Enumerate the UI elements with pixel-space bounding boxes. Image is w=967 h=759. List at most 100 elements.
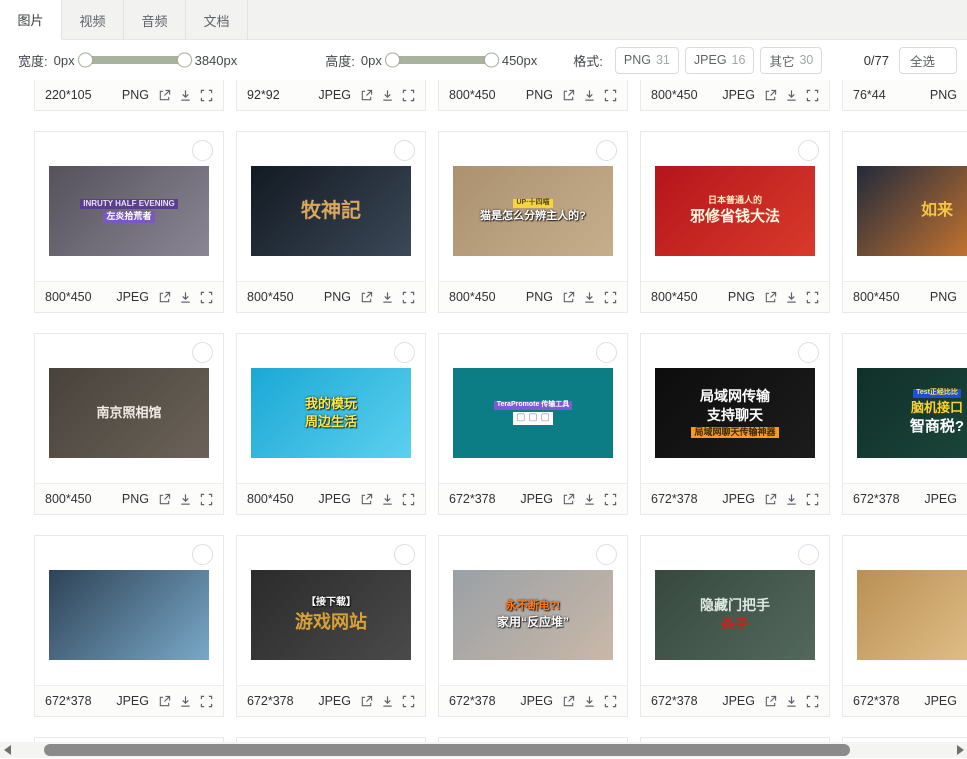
open-external-icon[interactable] [158, 493, 171, 506]
tab-视频[interactable]: 视频 [62, 0, 124, 40]
fullscreen-icon[interactable] [806, 291, 819, 304]
image-thumbnail[interactable]: 我的模玩周边生活 [251, 368, 411, 458]
image-thumbnail[interactable]: 隐藏门把手杀手 [655, 570, 815, 660]
fullscreen-icon[interactable] [806, 493, 819, 506]
fullscreen-icon[interactable] [806, 89, 819, 102]
image-thumbnail[interactable]: TeraPromote 传输工具▢ ▢ ▢ [453, 368, 613, 458]
footer-actions: PNG [930, 88, 967, 102]
fullscreen-icon[interactable] [200, 291, 213, 304]
select-checkbox[interactable] [192, 544, 213, 565]
download-icon[interactable] [381, 89, 394, 102]
download-icon[interactable] [785, 291, 798, 304]
select-checkbox[interactable] [596, 544, 617, 565]
fullscreen-icon[interactable] [402, 695, 415, 708]
download-icon[interactable] [583, 89, 596, 102]
fullscreen-icon[interactable] [604, 695, 617, 708]
image-thumbnail[interactable]: Test正经比比脑机接口智商税? [857, 368, 967, 458]
scroll-right-icon[interactable] [953, 742, 967, 758]
select-checkbox[interactable] [192, 140, 213, 161]
format-chip-JPEG[interactable]: JPEG16 [685, 47, 755, 74]
image-size: 800*450 [247, 290, 294, 304]
scroll-left-icon[interactable] [0, 742, 14, 758]
download-icon[interactable] [583, 493, 596, 506]
image-thumbnail[interactable]: 永不断电?!家用“反应堆” [453, 570, 613, 660]
fullscreen-icon[interactable] [806, 695, 819, 708]
image-thumbnail[interactable]: 日本普通人的邪修省钱大法 [655, 166, 815, 256]
image-thumbnail[interactable] [49, 570, 209, 660]
open-external-icon[interactable] [764, 89, 777, 102]
height-slider-handle-min[interactable] [385, 53, 400, 68]
height-range-slider[interactable] [392, 56, 492, 64]
open-external-icon[interactable] [562, 291, 575, 304]
image-thumbnail[interactable]: 如来 [857, 166, 967, 256]
fullscreen-icon[interactable] [200, 89, 213, 102]
select-checkbox[interactable] [798, 544, 819, 565]
download-icon[interactable] [179, 89, 192, 102]
open-external-icon[interactable] [562, 89, 575, 102]
download-icon[interactable] [381, 291, 394, 304]
open-external-icon[interactable] [158, 695, 171, 708]
tab-图片[interactable]: 图片 [0, 0, 62, 40]
open-external-icon[interactable] [158, 89, 171, 102]
fullscreen-icon[interactable] [200, 493, 213, 506]
fullscreen-icon[interactable] [402, 291, 415, 304]
image-size: 672*378 [247, 694, 294, 708]
fullscreen-icon[interactable] [604, 493, 617, 506]
open-external-icon[interactable] [764, 291, 777, 304]
download-icon[interactable] [785, 493, 798, 506]
download-icon[interactable] [179, 493, 192, 506]
select-checkbox[interactable] [394, 140, 415, 161]
open-external-icon[interactable] [360, 291, 373, 304]
selection-controls: 0/77 全选 [864, 47, 957, 74]
select-all-button[interactable]: 全选 [899, 47, 957, 74]
format-chip-其它[interactable]: 其它30 [760, 47, 822, 74]
image-thumbnail[interactable] [857, 570, 967, 660]
open-external-icon[interactable] [562, 695, 575, 708]
width-slider-handle-max[interactable] [177, 53, 192, 68]
select-checkbox[interactable] [596, 140, 617, 161]
download-icon[interactable] [785, 89, 798, 102]
open-external-icon[interactable] [764, 493, 777, 506]
width-range-slider[interactable] [85, 56, 185, 64]
download-icon[interactable] [179, 291, 192, 304]
image-thumbnail[interactable]: INRUTY HALF EVENING左炎拾荒者 [49, 166, 209, 256]
download-icon[interactable] [583, 291, 596, 304]
select-checkbox[interactable] [192, 342, 213, 363]
download-icon[interactable] [785, 695, 798, 708]
width-slider-handle-min[interactable] [78, 53, 93, 68]
format-chip-PNG[interactable]: PNG31 [615, 47, 679, 74]
scrollbar-thumb[interactable] [44, 744, 850, 756]
tab-文档[interactable]: 文档 [186, 0, 248, 40]
download-icon[interactable] [381, 493, 394, 506]
scrollbar-track[interactable] [14, 742, 953, 758]
open-external-icon[interactable] [764, 695, 777, 708]
select-checkbox[interactable] [798, 140, 819, 161]
select-checkbox[interactable] [596, 342, 617, 363]
tab-音频[interactable]: 音频 [124, 0, 186, 40]
fullscreen-icon[interactable] [604, 89, 617, 102]
open-external-icon[interactable] [158, 291, 171, 304]
fullscreen-icon[interactable] [402, 493, 415, 506]
image-format: JPEG [520, 694, 553, 708]
image-thumbnail[interactable]: UP·十四喵猫是怎么分辨主人的? [453, 166, 613, 256]
open-external-icon[interactable] [360, 493, 373, 506]
image-thumbnail[interactable]: 局域网传输支持聊天局域网聊天传输神器 [655, 368, 815, 458]
fullscreen-icon[interactable] [402, 89, 415, 102]
image-thumbnail[interactable]: 【接下载】游戏网站 [251, 570, 411, 660]
image-thumbnail[interactable]: 牧神記 [251, 166, 411, 256]
download-icon[interactable] [179, 695, 192, 708]
select-checkbox[interactable] [394, 544, 415, 565]
open-external-icon[interactable] [360, 695, 373, 708]
fullscreen-icon[interactable] [604, 291, 617, 304]
fullscreen-icon[interactable] [200, 695, 213, 708]
image-thumbnail[interactable]: 南京照相馆 [49, 368, 209, 458]
select-checkbox[interactable] [798, 342, 819, 363]
select-checkbox[interactable] [394, 342, 415, 363]
download-icon[interactable] [381, 695, 394, 708]
height-slider-handle-max[interactable] [484, 53, 499, 68]
open-external-icon[interactable] [562, 493, 575, 506]
thumb-text: 如来 [918, 201, 956, 221]
horizontal-scrollbar[interactable] [0, 742, 967, 758]
download-icon[interactable] [583, 695, 596, 708]
open-external-icon[interactable] [360, 89, 373, 102]
